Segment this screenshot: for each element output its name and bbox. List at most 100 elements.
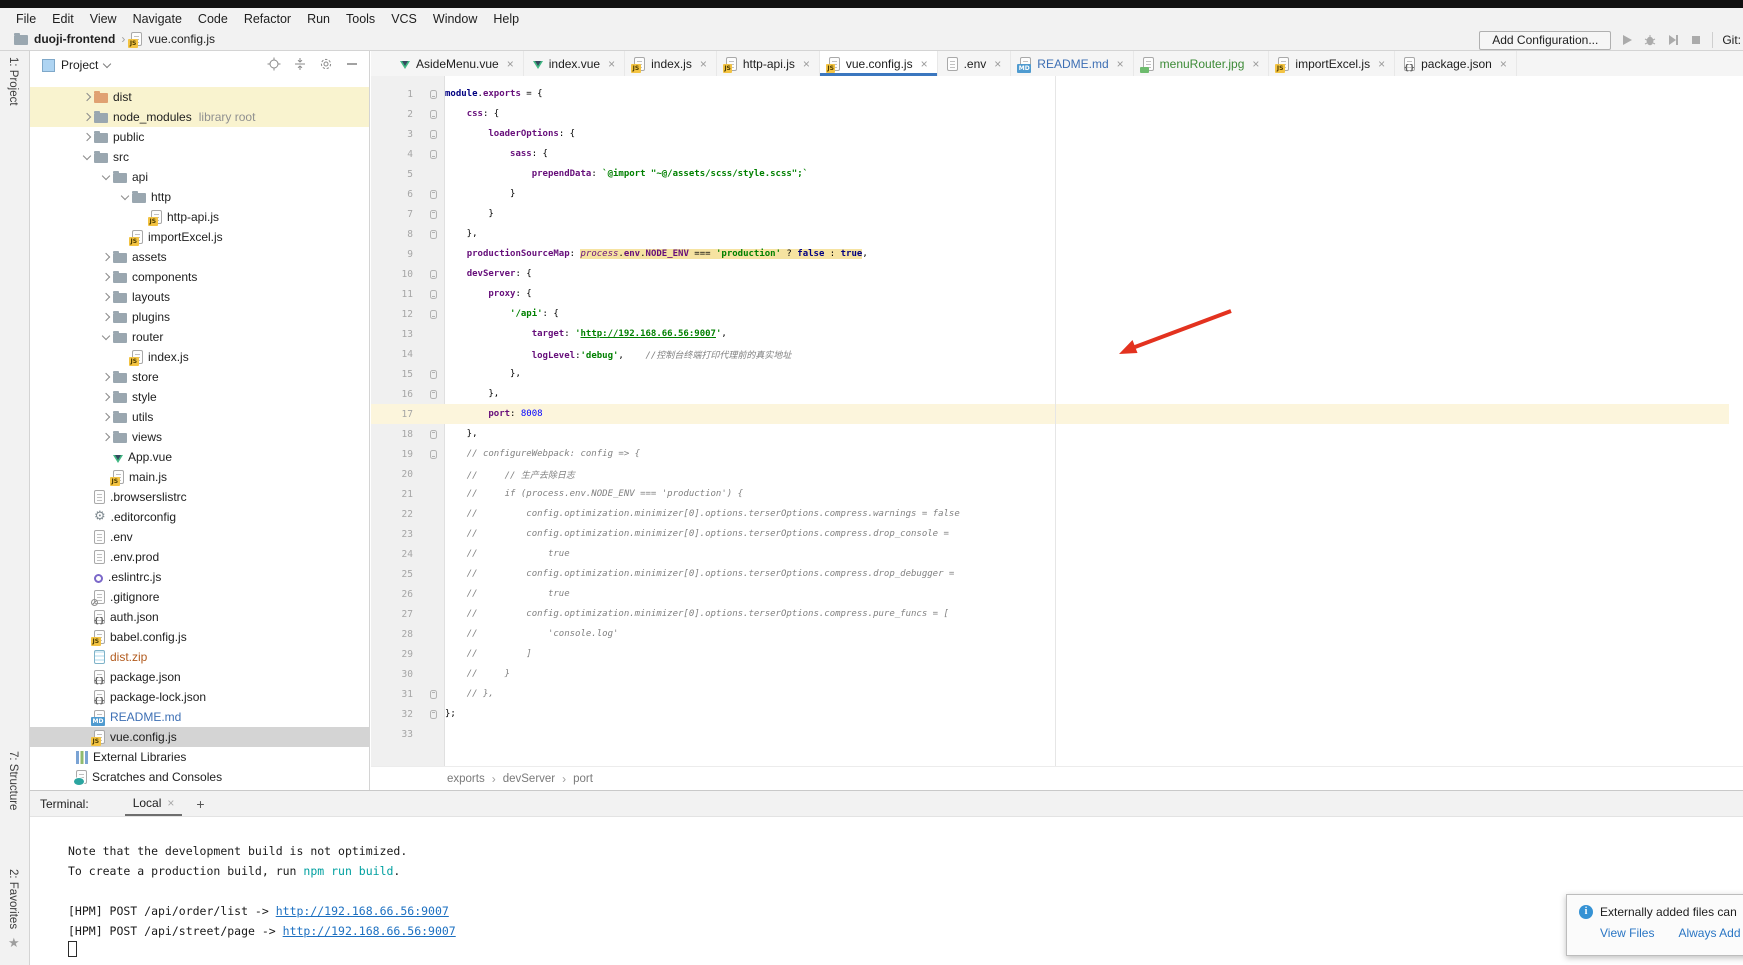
tree-item-http-api-js[interactable]: JShttp-api.js (30, 207, 369, 227)
close-icon[interactable]: × (1378, 57, 1385, 71)
tool-window-tab-favorites[interactable]: 2: Favorites (7, 869, 19, 929)
tree-item-api[interactable]: api (30, 167, 369, 187)
menu-item-file[interactable]: File (8, 12, 44, 26)
fold-marker-icon[interactable] (421, 150, 445, 159)
code-line[interactable]: 21 // if (process.env.NODE_ENV === 'prod… (371, 484, 1743, 504)
tool-window-tab-structure[interactable]: 7: Structure (7, 751, 19, 810)
close-icon[interactable]: × (1252, 57, 1259, 71)
menu-item-edit[interactable]: Edit (44, 12, 82, 26)
fold-marker-icon[interactable] (421, 190, 445, 199)
fold-marker-icon[interactable] (421, 110, 445, 119)
menu-item-code[interactable]: Code (190, 12, 236, 26)
editor-tab--env[interactable]: .env× (938, 51, 1012, 76)
code-line[interactable]: 11 proxy: { (371, 284, 1743, 304)
fold-marker-icon[interactable] (421, 270, 445, 279)
tree-item-package-lock-json[interactable]: {}package-lock.json (30, 687, 369, 707)
editor-tab-readme-md[interactable]: MDREADME.md× (1011, 51, 1133, 76)
editor-tab-http-api-js[interactable]: JShttp-api.js× (717, 51, 820, 76)
code-line[interactable]: 15 }, (371, 364, 1743, 384)
code-line[interactable]: 6 } (371, 184, 1743, 204)
chevron-right-icon[interactable] (99, 274, 113, 280)
tree-item--browserslistrc[interactable]: .browserslistrc (30, 487, 369, 507)
code-line[interactable]: 9 productionSourceMap: process.env.NODE_… (371, 244, 1743, 264)
chevron-right-icon[interactable] (80, 134, 94, 140)
fold-marker-icon[interactable] (421, 290, 445, 299)
collapse-all-icon[interactable] (293, 57, 307, 71)
fold-marker-icon[interactable] (421, 310, 445, 319)
close-icon[interactable]: × (1500, 57, 1507, 71)
fold-marker-icon[interactable] (421, 130, 445, 139)
fold-marker-icon[interactable] (421, 710, 445, 719)
code-line[interactable]: 5 prependData: `@import "~@/assets/scss/… (371, 164, 1743, 184)
close-icon[interactable]: × (994, 57, 1001, 71)
chevron-right-icon[interactable] (99, 414, 113, 420)
close-icon[interactable]: × (167, 796, 174, 810)
terminal-url-link[interactable]: http://192.168.66.56:9007 (276, 904, 449, 918)
menu-item-tools[interactable]: Tools (338, 12, 383, 26)
breadcrumb-file[interactable]: vue.config.js (148, 32, 215, 46)
fold-marker-icon[interactable] (421, 230, 445, 239)
stop-icon[interactable] (1689, 33, 1703, 47)
editor-tab-menurouter-jpg[interactable]: menuRouter.jpg× (1134, 51, 1270, 76)
coverage-icon[interactable] (1666, 33, 1680, 47)
code-line[interactable]: 30 // } (371, 664, 1743, 684)
code-line[interactable]: 14 logLevel:'debug', //控制台终端打印代理前的真实地址 (371, 344, 1743, 364)
code-line[interactable]: 1module.exports = { (371, 84, 1743, 104)
terminal-tab-local[interactable]: Local × (125, 791, 183, 816)
menu-item-run[interactable]: Run (299, 12, 338, 26)
tree-item-main-js[interactable]: JSmain.js (30, 467, 369, 487)
menu-item-view[interactable]: View (82, 12, 125, 26)
code-line[interactable]: 28 // 'console.log' (371, 624, 1743, 644)
tree-item--editorconfig[interactable]: ⚙.editorconfig (30, 507, 369, 527)
code-line[interactable]: 23 // config.optimization.minimizer[0].o… (371, 524, 1743, 544)
code-line[interactable]: 17 port: 8008 (371, 404, 1743, 424)
code-line[interactable]: 29 // ] (371, 644, 1743, 664)
editor-tab-index-vue[interactable]: index.vue× (524, 51, 625, 76)
code-editor[interactable]: 1module.exports = {2 css: {3 loaderOptio… (371, 84, 1743, 744)
fold-marker-icon[interactable] (421, 210, 445, 219)
code-line[interactable]: 2 css: { (371, 104, 1743, 124)
chevron-right-icon[interactable] (99, 374, 113, 380)
tree-item-public[interactable]: public (30, 127, 369, 147)
code-line[interactable]: 24 // true (371, 544, 1743, 564)
menu-item-window[interactable]: Window (425, 12, 485, 26)
tree-item-layouts[interactable]: layouts (30, 287, 369, 307)
view-files-link[interactable]: View Files (1600, 926, 1654, 940)
code-line[interactable]: 32}; (371, 704, 1743, 724)
always-add-link[interactable]: Always Add (1678, 926, 1740, 940)
chevron-right-icon[interactable] (99, 254, 113, 260)
code-line[interactable]: 18 }, (371, 424, 1743, 444)
tree-item--env[interactable]: .env (30, 527, 369, 547)
editor-tab-package-json[interactable]: {}package.json× (1395, 51, 1517, 76)
close-icon[interactable]: × (921, 57, 928, 71)
tree-item-auth-json[interactable]: {}auth.json (30, 607, 369, 627)
fold-marker-icon[interactable] (421, 430, 445, 439)
tree-item-node-modules[interactable]: node_moduleslibrary root (30, 107, 369, 127)
run-icon[interactable] (1620, 33, 1634, 47)
editor-tab-index-js[interactable]: JSindex.js× (625, 51, 717, 76)
chevron-right-icon[interactable] (80, 94, 94, 100)
add-configuration-button[interactable]: Add Configuration... (1479, 31, 1611, 50)
tree-item-components[interactable]: components (30, 267, 369, 287)
git-branch-widget[interactable]: Git: (1722, 33, 1741, 47)
fold-marker-icon[interactable] (421, 450, 445, 459)
fold-marker-icon[interactable] (421, 90, 445, 99)
code-line[interactable]: 26 // true (371, 584, 1743, 604)
fold-marker-icon[interactable] (421, 690, 445, 699)
settings-icon[interactable] (319, 57, 333, 71)
tree-item-http[interactable]: http (30, 187, 369, 207)
chevron-down-icon[interactable] (103, 59, 111, 67)
tree-item-assets[interactable]: assets (30, 247, 369, 267)
code-line[interactable]: 8 }, (371, 224, 1743, 244)
locate-icon[interactable] (267, 57, 281, 71)
close-icon[interactable]: × (1117, 57, 1124, 71)
code-line[interactable]: 4 sass: { (371, 144, 1743, 164)
tree-item-index-js[interactable]: JSindex.js (30, 347, 369, 367)
terminal-output[interactable]: Note that the development build is not o… (30, 817, 1743, 961)
chevron-down-icon[interactable] (80, 155, 94, 159)
code-line[interactable]: 13 target: 'http://192.168.66.56:9007', (371, 324, 1743, 344)
menu-item-help[interactable]: Help (485, 12, 527, 26)
terminal-url-link[interactable]: http://192.168.66.56:9007 (283, 924, 456, 938)
tool-window-tab-project[interactable]: 1: Project (7, 57, 19, 106)
code-line[interactable]: 25 // config.optimization.minimizer[0].o… (371, 564, 1743, 584)
